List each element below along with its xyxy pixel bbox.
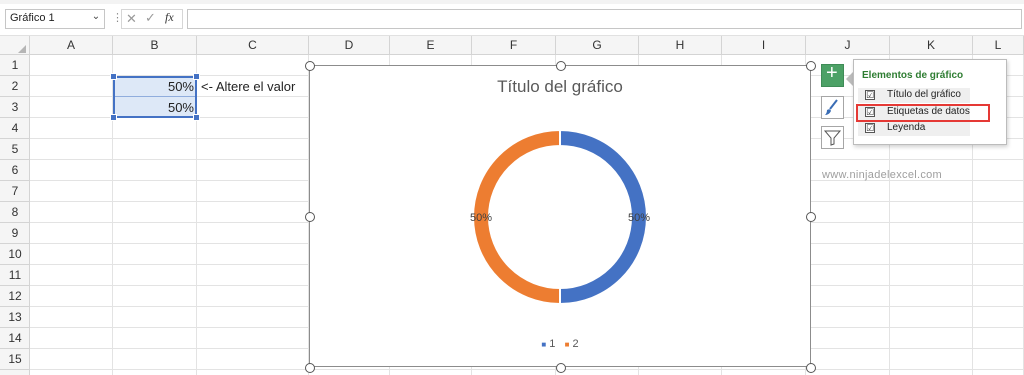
legend-swatch-2: ■ (564, 340, 570, 349)
popup-label-legend: Leyenda (887, 122, 926, 133)
row-header-8[interactable]: 8 (0, 202, 30, 223)
ribbon-edge (0, 0, 1024, 4)
data-label-1[interactable]: 50% (628, 212, 650, 224)
column-header-i[interactable]: I (722, 36, 806, 55)
grid-row-line (30, 369, 1024, 370)
column-header-k[interactable]: K (890, 36, 973, 55)
row-header-9[interactable]: 9 (0, 223, 30, 244)
insert-function-icon[interactable]: fx (165, 10, 174, 25)
checkbox-chart-title[interactable]: ☑ (865, 90, 875, 100)
chart-elements-button[interactable]: + (821, 62, 844, 87)
cell-b3[interactable]: 50% (114, 97, 194, 118)
column-header-d[interactable]: D (309, 36, 390, 55)
column-header-b[interactable]: B (113, 36, 197, 55)
filter-icon (823, 130, 842, 146)
data-label-2[interactable]: 50% (470, 212, 492, 224)
row-header-12[interactable]: 12 (0, 286, 30, 307)
selection-handle[interactable] (193, 73, 200, 80)
row-header-7[interactable]: 7 (0, 181, 30, 202)
legend-label-1: 1 (549, 338, 556, 350)
column-header-c[interactable]: C (197, 36, 309, 55)
column-header-e[interactable]: E (390, 36, 472, 55)
column-header-g[interactable]: G (556, 36, 639, 55)
popup-pointer (846, 72, 853, 86)
name-box-value: Gráfico 1 (10, 12, 55, 24)
column-header-f[interactable]: F (472, 36, 556, 55)
highlight-annotation (856, 104, 990, 122)
chart-legend[interactable]: ■ 1 ■ 2 (309, 338, 811, 350)
row-header-13[interactable]: 13 (0, 307, 30, 328)
popup-title: Elementos de gráfico (862, 70, 964, 81)
row-header-3[interactable]: 3 (0, 97, 30, 118)
legend-swatch-1: ■ (541, 340, 547, 349)
legend-label-2: 2 (572, 338, 579, 350)
cell-c2-note[interactable]: <- Altere el valor (201, 76, 295, 97)
row-header-4[interactable]: 4 (0, 118, 30, 139)
cell-b2[interactable]: 50% (114, 76, 194, 97)
row-header-1[interactable]: 1 (0, 55, 30, 76)
popup-label-chart-title: Título del gráfico (887, 89, 961, 100)
selection-handle[interactable] (193, 114, 200, 121)
row-header-6[interactable]: 6 (0, 160, 30, 181)
plus-icon: + (826, 62, 838, 84)
row-header-14[interactable]: 14 (0, 328, 30, 349)
column-header-l[interactable]: L (973, 36, 1024, 55)
row-header-5[interactable]: 5 (0, 139, 30, 160)
cancel-icon[interactable]: ✕ (126, 11, 137, 27)
column-header-a[interactable]: A (30, 36, 113, 55)
select-all-triangle (18, 45, 26, 53)
row-header-15[interactable]: 15 (0, 349, 30, 370)
chevron-down-icon[interactable]: ⌄ (90, 11, 102, 25)
row-header-2[interactable]: 2 (0, 76, 30, 97)
watermark: www.ninjadelexcel.com (822, 169, 943, 181)
brush-icon (825, 99, 838, 115)
row-header-11[interactable]: 11 (0, 265, 30, 286)
formula-input[interactable] (187, 9, 1022, 29)
row-header-10[interactable]: 10 (0, 244, 30, 265)
chart-filters-button[interactable] (821, 126, 844, 149)
chart-styles-button[interactable] (821, 96, 844, 119)
donut-chart[interactable]: 50% 50% (309, 65, 811, 367)
column-header-h[interactable]: H (639, 36, 722, 55)
checkbox-legend[interactable]: ☑ (865, 123, 875, 133)
column-header-j[interactable]: J (806, 36, 890, 55)
enter-icon[interactable]: ✓ (145, 10, 156, 26)
